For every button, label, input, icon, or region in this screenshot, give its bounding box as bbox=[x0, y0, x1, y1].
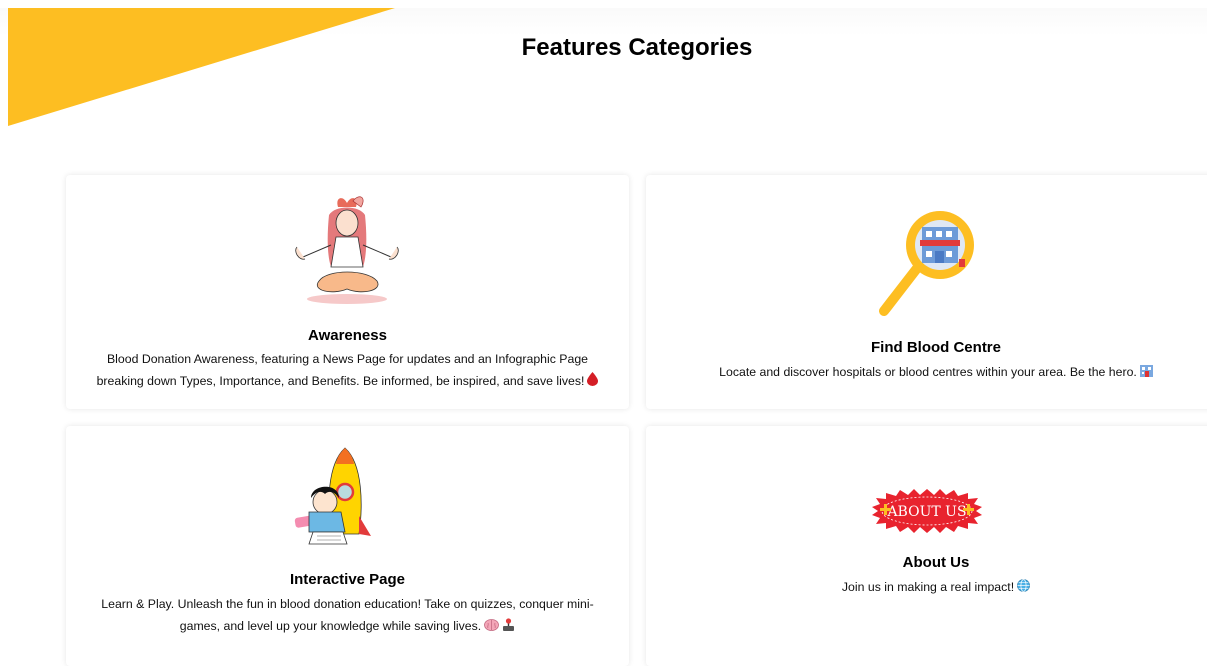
magnifier-hospital-illustration bbox=[879, 211, 974, 316]
hospital-icon bbox=[1139, 362, 1153, 384]
child-rocket-illustration bbox=[294, 447, 371, 545]
brain-icon bbox=[484, 616, 500, 638]
card-title: Interactive Page bbox=[289, 571, 406, 588]
card-description: Blood Donation Awareness, featuring a Ne… bbox=[88, 348, 607, 393]
card-description-text: Blood Donation Awareness, featuring a Ne… bbox=[96, 352, 589, 388]
card-description-text: Join us in making a real impact! bbox=[841, 580, 1015, 594]
blood-drop-icon bbox=[587, 371, 599, 393]
meditating-person-illustration bbox=[295, 196, 399, 304]
page-title: Features Categories bbox=[521, 34, 753, 61]
card-title: Find Blood Centre bbox=[871, 339, 1001, 356]
card-description: Locate and discover hospitals or blood c… bbox=[646, 361, 1207, 384]
card-title: About Us bbox=[902, 554, 970, 571]
card-description-text: Learn & Play. Unleash the fun in blood d… bbox=[101, 597, 594, 633]
card-description-text: Locate and discover hospitals or blood c… bbox=[719, 365, 1137, 379]
feature-card-find-blood-centre[interactable]: Find Blood Centre Locate and discover ho… bbox=[646, 175, 1207, 409]
about-us-badge: ABOUT US bbox=[872, 489, 982, 533]
joystick-icon bbox=[502, 616, 515, 638]
card-description: Learn & Play. Unleash the fun in blood d… bbox=[88, 593, 607, 638]
feature-card-interactive[interactable]: Interactive Page Learn & Play. Unleash t… bbox=[66, 426, 629, 666]
card-description: Join us in making a real impact! bbox=[646, 576, 1207, 599]
yellow-corner-decoration bbox=[8, 8, 395, 126]
globe-icon bbox=[1017, 577, 1031, 599]
card-title: Awareness bbox=[308, 327, 387, 344]
feature-card-awareness[interactable]: Awareness Blood Donation Awareness, feat… bbox=[66, 175, 629, 409]
feature-card-about[interactable]: ABOUT US About Us Join us in making a re… bbox=[646, 426, 1207, 666]
about-us-badge-text: ABOUT US bbox=[886, 504, 966, 520]
